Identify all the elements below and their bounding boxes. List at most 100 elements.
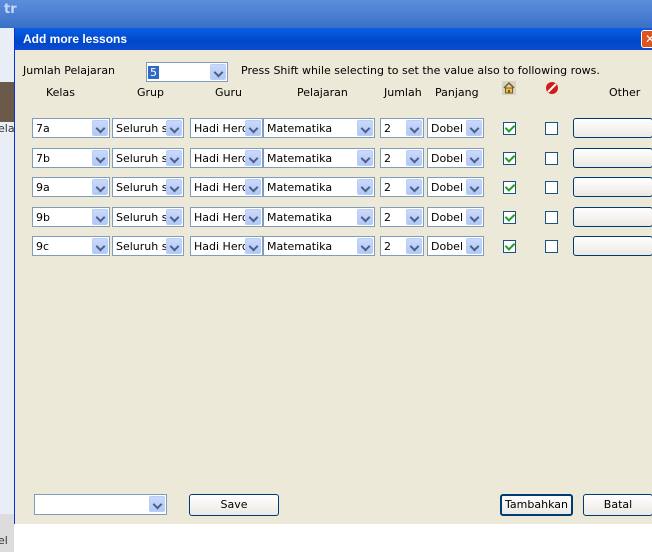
chevron-down-icon[interactable]: [149, 496, 165, 512]
jumlah-select[interactable]: 2: [380, 177, 424, 197]
panjang-select[interactable]: Dobel: [427, 177, 484, 197]
panjang-select[interactable]: Dobel: [427, 236, 484, 256]
chevron-down-icon[interactable]: [245, 238, 261, 254]
chevron-down-icon[interactable]: [92, 209, 108, 225]
lesson-count-select[interactable]: 5: [146, 62, 228, 82]
guru-select[interactable]: Hadi Herdi: [190, 118, 263, 138]
kelas-select[interactable]: 7a: [32, 118, 110, 138]
chevron-down-icon[interactable]: [166, 179, 182, 195]
chevron-down-icon[interactable]: [406, 120, 422, 136]
kelas-value: 7a: [36, 122, 50, 135]
pelajaran-select[interactable]: Matematika: [263, 148, 375, 168]
preset-select[interactable]: [34, 494, 167, 515]
chevron-down-icon[interactable]: [466, 209, 482, 225]
chevron-down-icon[interactable]: [357, 120, 373, 136]
chevron-down-icon[interactable]: [92, 120, 108, 136]
chevron-down-icon[interactable]: [166, 209, 182, 225]
grup-select[interactable]: Seluruh si: [112, 148, 184, 168]
home-checkbox[interactable]: [503, 122, 516, 135]
shift-hint: Press Shift while selecting to set the v…: [241, 64, 600, 77]
home-checkbox[interactable]: [503, 181, 516, 194]
header-panjang: Panjang: [435, 86, 479, 99]
other-button[interactable]: [573, 236, 652, 256]
guru-select[interactable]: Hadi Herdi: [190, 177, 263, 197]
pelajaran-value: Matematika: [267, 152, 333, 165]
cancel-button[interactable]: Batal: [583, 494, 652, 516]
jumlah-value: 2: [384, 152, 391, 165]
pelajaran-select[interactable]: Matematika: [263, 177, 375, 197]
kelas-value: 9c: [36, 240, 50, 253]
panjang-select[interactable]: Dobel: [427, 207, 484, 227]
panjang-select[interactable]: Dobel: [427, 148, 484, 168]
grup-value: Seluruh si: [116, 152, 166, 165]
stop-checkbox[interactable]: [545, 211, 558, 224]
stop-checkbox[interactable]: [545, 181, 558, 194]
chevron-down-icon[interactable]: [466, 150, 482, 166]
pelajaran-select[interactable]: Matematika: [263, 207, 375, 227]
chevron-down-icon[interactable]: [166, 120, 182, 136]
kelas-select[interactable]: 9c: [32, 236, 110, 256]
chevron-down-icon[interactable]: [357, 238, 373, 254]
chevron-down-icon[interactable]: [245, 179, 261, 195]
kelas-value: 7b: [36, 152, 50, 165]
chevron-down-icon[interactable]: [406, 209, 422, 225]
other-button[interactable]: [573, 207, 652, 227]
background-text: ela: [0, 122, 15, 135]
grup-select[interactable]: Seluruh si: [112, 177, 184, 197]
chevron-down-icon[interactable]: [357, 150, 373, 166]
kelas-value: 9b: [36, 211, 50, 224]
guru-select[interactable]: Hadi Herdi: [190, 236, 263, 256]
chevron-down-icon[interactable]: [166, 238, 182, 254]
guru-value: Hadi Herdi: [194, 152, 245, 165]
stop-checkbox[interactable]: [545, 152, 558, 165]
chevron-down-icon[interactable]: [466, 238, 482, 254]
chevron-down-icon[interactable]: [92, 238, 108, 254]
chevron-down-icon[interactable]: [406, 179, 422, 195]
chevron-down-icon[interactable]: [466, 120, 482, 136]
chevron-down-icon[interactable]: [92, 150, 108, 166]
jumlah-select[interactable]: 2: [380, 148, 424, 168]
chevron-down-icon[interactable]: [466, 179, 482, 195]
panjang-select[interactable]: Dobel: [427, 118, 484, 138]
kelas-select[interactable]: 9a: [32, 177, 110, 197]
close-button[interactable]: ✕: [641, 30, 652, 48]
chevron-down-icon[interactable]: [92, 179, 108, 195]
kelas-select[interactable]: 7b: [32, 148, 110, 168]
chevron-down-icon[interactable]: [357, 209, 373, 225]
chevron-down-icon[interactable]: [245, 209, 261, 225]
chevron-down-icon[interactable]: [166, 150, 182, 166]
home-checkbox[interactable]: [503, 152, 516, 165]
grup-select[interactable]: Seluruh si: [112, 118, 184, 138]
header-kelas: Kelas: [46, 86, 75, 99]
jumlah-select[interactable]: 2: [380, 118, 424, 138]
home-checkbox[interactable]: [503, 211, 516, 224]
chevron-down-icon[interactable]: [406, 150, 422, 166]
chevron-down-icon[interactable]: [245, 150, 261, 166]
grup-select[interactable]: Seluruh si: [112, 207, 184, 227]
chevron-down-icon[interactable]: [357, 179, 373, 195]
save-button[interactable]: Save: [189, 494, 279, 516]
other-button[interactable]: [573, 148, 652, 168]
chevron-down-icon[interactable]: [406, 238, 422, 254]
other-button[interactable]: [573, 118, 652, 138]
home-checkbox[interactable]: [503, 240, 516, 253]
pelajaran-select[interactable]: Matematika: [263, 236, 375, 256]
pelajaran-value: Matematika: [267, 211, 333, 224]
stop-checkbox[interactable]: [545, 122, 558, 135]
kelas-select[interactable]: 9b: [32, 207, 110, 227]
chevron-down-icon[interactable]: [245, 120, 261, 136]
dialog-titlebar[interactable]: Add more lessons ✕: [15, 28, 652, 50]
add-button[interactable]: Tambahkan: [500, 494, 573, 516]
jumlah-select[interactable]: 2: [380, 236, 424, 256]
grup-select[interactable]: Seluruh si: [112, 236, 184, 256]
home-icon: [502, 81, 516, 95]
background-window-edge: ela el: [0, 28, 15, 552]
chevron-down-icon[interactable]: [210, 64, 226, 80]
other-button[interactable]: [573, 177, 652, 197]
guru-select[interactable]: Hadi Herdi: [190, 148, 263, 168]
background-text: el: [0, 534, 8, 547]
jumlah-select[interactable]: 2: [380, 207, 424, 227]
pelajaran-select[interactable]: Matematika: [263, 118, 375, 138]
stop-checkbox[interactable]: [545, 240, 558, 253]
guru-select[interactable]: Hadi Herdi: [190, 207, 263, 227]
